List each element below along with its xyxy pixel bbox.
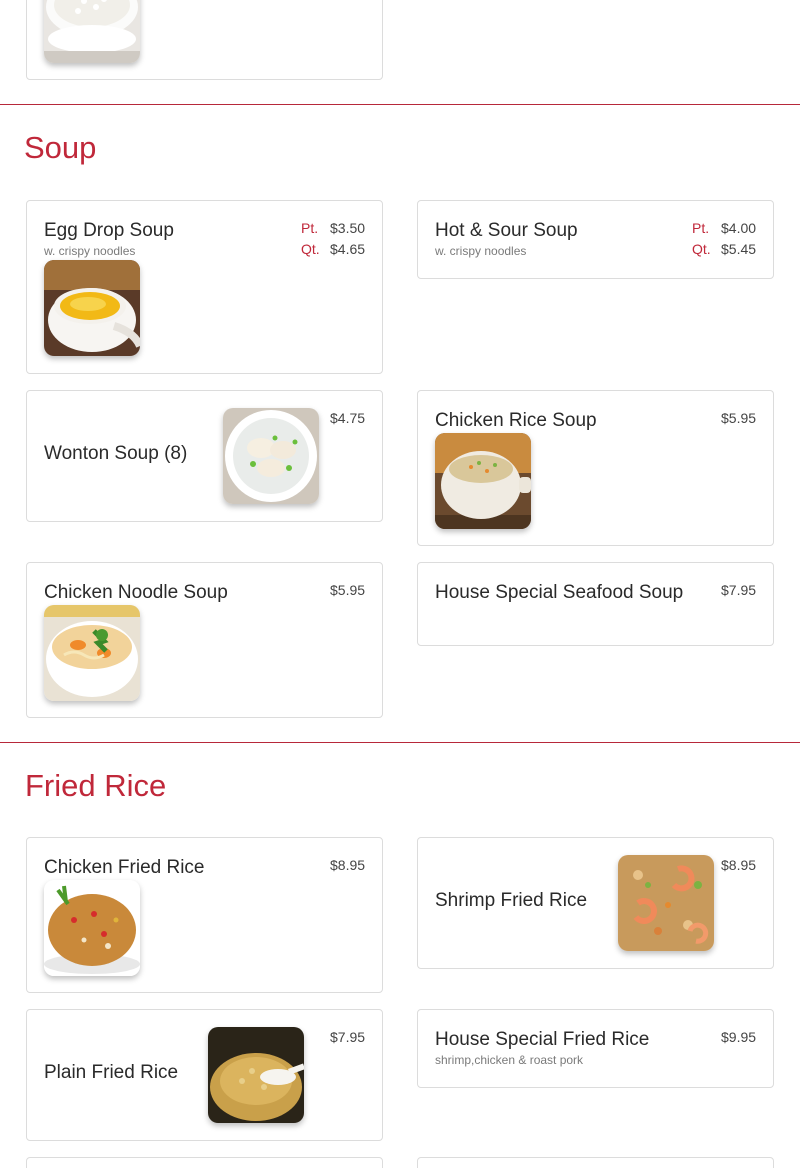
- item-price: $5.95: [330, 582, 366, 598]
- pint-label: Pt.: [692, 220, 710, 236]
- pint-price: $4.00: [721, 220, 757, 236]
- item-price: $7.95: [721, 582, 757, 598]
- menu-item-chicken-noodle-soup[interactable]: Chicken Noodle Soup $5.95: [26, 562, 383, 718]
- item-name: Wonton Soup (8): [44, 443, 188, 464]
- quart-price: $5.45: [721, 241, 757, 257]
- item-price: $7.95: [330, 1029, 366, 1045]
- section-title-soup: Soup: [24, 130, 97, 165]
- menu-item-chicken-rice-soup[interactable]: Chicken Rice Soup $5.95: [417, 390, 774, 546]
- egg-drop-soup-photo: [44, 260, 140, 356]
- chicken-rice-soup-photo: [435, 433, 531, 529]
- item-description: w. crispy noodles: [44, 244, 136, 258]
- menu-item-card-partial[interactable]: [26, 1157, 383, 1168]
- item-name: Chicken Rice Soup: [435, 410, 597, 431]
- item-description: w. crispy noodles: [435, 244, 527, 258]
- item-price: $4.75: [330, 410, 366, 426]
- item-price: $8.95: [721, 857, 757, 873]
- item-price: $5.95: [721, 410, 757, 426]
- menu-item-house-special-fried-rice[interactable]: House Special Fried Rice shrimp,chicken …: [417, 1009, 774, 1088]
- chicken-noodle-soup-photo: [44, 605, 140, 701]
- menu-item-house-special-seafood-soup[interactable]: House Special Seafood Soup $7.95: [417, 562, 774, 646]
- menu-item-chicken-fried-rice[interactable]: Chicken Fried Rice $8.95: [26, 837, 383, 993]
- plain-fried-rice-photo: [208, 1027, 304, 1123]
- item-name: Chicken Fried Rice: [44, 857, 205, 878]
- item-name: Chicken Noodle Soup: [44, 582, 228, 603]
- section-divider: [0, 104, 800, 105]
- shrimp-fried-rice-photo: [618, 855, 714, 951]
- pint-label: Pt.: [301, 220, 319, 236]
- menu-item-egg-drop-soup[interactable]: Egg Drop Soup w. crispy noodles Pt. $3.5…: [26, 200, 383, 374]
- item-name: House Special Fried Rice: [435, 1029, 650, 1050]
- white-rice-photo: [44, 0, 140, 63]
- item-name: House Special Seafood Soup: [435, 582, 684, 603]
- menu-item-shrimp-fried-rice[interactable]: Shrimp Fried Rice $8.95: [417, 837, 774, 969]
- item-description: shrimp,chicken & roast pork: [435, 1053, 584, 1067]
- wonton-soup-photo: [223, 408, 319, 504]
- pint-price: $3.50: [330, 220, 366, 236]
- quart-price: $4.65: [330, 241, 366, 257]
- section-divider: [0, 742, 800, 743]
- item-name: Hot & Sour Soup: [435, 220, 578, 241]
- item-price: $8.95: [330, 857, 366, 873]
- menu-item-plain-fried-rice[interactable]: Plain Fried Rice $7.95: [26, 1009, 383, 1141]
- chicken-fried-rice-photo: [44, 880, 140, 976]
- menu-item-wonton-soup[interactable]: Wonton Soup (8) $4.75: [26, 390, 383, 522]
- menu-item-card-partial[interactable]: [26, 0, 383, 80]
- item-price: $9.95: [721, 1029, 757, 1045]
- item-name: Plain Fried Rice: [44, 1062, 179, 1083]
- section-title-fried-rice: Fried Rice: [25, 768, 167, 803]
- quart-label: Qt.: [301, 241, 320, 257]
- quart-label: Qt.: [692, 241, 711, 257]
- menu-item-hot-sour-soup[interactable]: Hot & Sour Soup w. crispy noodles Pt. $4…: [417, 200, 774, 279]
- menu-item-card-partial[interactable]: [417, 1157, 774, 1168]
- item-name: Shrimp Fried Rice: [435, 890, 588, 911]
- item-name: Egg Drop Soup: [44, 220, 174, 241]
